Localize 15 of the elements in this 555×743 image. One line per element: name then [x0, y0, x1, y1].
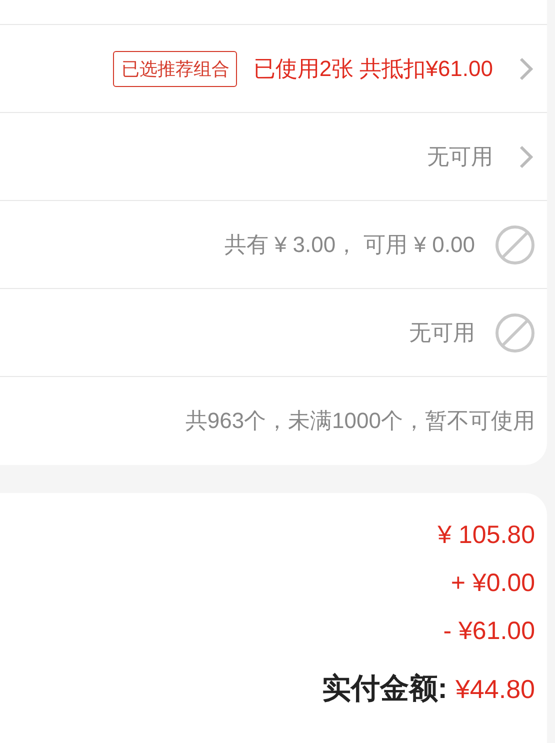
amount-text: + ¥0.00	[450, 568, 535, 599]
chevron-right-icon[interactable]	[519, 56, 533, 80]
option-value[interactable]: 已使用2张 共抵扣¥61.00	[253, 54, 493, 84]
selected-tag: 已选推荐组合	[113, 50, 238, 86]
prohibited-icon	[495, 224, 535, 264]
total-label: 实付金额:	[322, 672, 448, 707]
option-value[interactable]: 无可用	[427, 142, 493, 172]
option-value[interactable]: 共有 ¥ 3.00， 可用 ¥ 0.00	[224, 230, 475, 260]
chevron-right-icon[interactable]	[519, 144, 533, 168]
amount-text: - ¥61.00	[442, 616, 535, 647]
total-amount: ¥44.80	[455, 674, 535, 705]
prohibited-icon	[495, 312, 535, 352]
option-value[interactable]: 共963个，未满1000个，暂不可使用	[185, 406, 535, 436]
option-value[interactable]: 无可用	[409, 318, 475, 348]
amount-text: ¥ 105.80	[436, 520, 535, 551]
